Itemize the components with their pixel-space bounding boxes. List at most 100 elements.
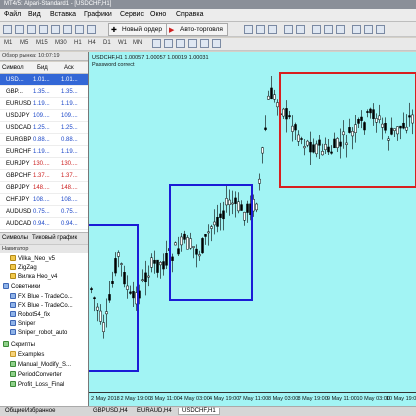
market-watch-icon[interactable]	[27, 25, 36, 34]
fibo-tool-icon[interactable]	[200, 39, 209, 48]
menu-insert[interactable]: Вставка	[50, 11, 76, 18]
menu-help[interactable]: Справка	[176, 11, 203, 18]
nav-script-item[interactable]: Profit_Loss_Final	[10, 381, 64, 389]
market-watch-row[interactable]: USDCAD 1.25... 1.25...	[0, 122, 88, 134]
indicators-icon[interactable]	[352, 25, 361, 34]
new-order-label: Новый ордер	[122, 26, 162, 33]
new-chart-icon[interactable]	[3, 25, 12, 34]
time-axis-label: 2 May 19:00	[120, 396, 151, 402]
nav-expert-item[interactable]: FX Blue - TradeCo...	[10, 293, 73, 301]
line-chart-icon[interactable]	[268, 25, 277, 34]
tf-m15[interactable]: M15	[36, 40, 48, 46]
autotrading-icon: ▶	[169, 27, 175, 34]
menu-view[interactable]: Вид	[28, 11, 41, 18]
market-watch-row[interactable]: AUDCAD 0.94... 0.94...	[0, 218, 88, 230]
periods-icon[interactable]	[364, 25, 373, 34]
tf-m5[interactable]: M5	[20, 40, 28, 46]
zoom-in-icon[interactable]	[284, 25, 293, 34]
nav-indicator-item[interactable]: Вилка Нео_v4	[10, 273, 57, 281]
bid-cell: 0.88...	[33, 137, 50, 143]
menu-tools[interactable]: Сервис	[120, 11, 144, 18]
nav-expert-item[interactable]: Sniper_robot_auto	[10, 329, 67, 337]
nav-script-item[interactable]: Manual_Modify_S...	[10, 361, 71, 369]
symbol-cell: EURUSD	[6, 101, 32, 107]
market-watch-row[interactable]: EURGBP 0.88... 0.88...	[0, 134, 88, 146]
channel-tool-icon[interactable]	[188, 39, 197, 48]
market-watch-row[interactable]: USDJPY 109.... 109....	[0, 110, 88, 122]
expert-icon	[10, 329, 16, 335]
blue-range-box[interactable]	[89, 224, 139, 372]
candle-body	[153, 259, 156, 264]
navigator-icon[interactable]	[51, 25, 60, 34]
market-watch-row[interactable]: GBPCHF 1.37... 1.37...	[0, 170, 88, 182]
profiles-icon[interactable]	[15, 25, 24, 34]
nav-item-label: Profit_Loss_Final	[18, 382, 65, 388]
nav-scripts-folder[interactable]: Скрипты	[3, 341, 35, 349]
chart-shift-icon[interactable]	[336, 25, 345, 34]
menu-charts[interactable]: Графики	[84, 11, 112, 18]
tf-d1[interactable]: D1	[103, 40, 111, 46]
market-watch-row[interactable]: CHFJPY 108.... 108....	[0, 194, 88, 206]
tf-mn[interactable]: MN	[133, 40, 142, 46]
price-chart[interactable]: USDCHF,H1 1.00057 1.00057 1.00019 1.0003…	[88, 52, 416, 406]
candle-body	[258, 178, 261, 184]
col-ask[interactable]: Аск	[64, 65, 74, 71]
market-watch-row[interactable]: EURJPY 130.... 130....	[0, 158, 88, 170]
nav-expert-item[interactable]: Robot54_fix	[10, 311, 50, 319]
market-watch-row[interactable]: GBPJPY 148.... 148....	[0, 182, 88, 194]
tf-h4[interactable]: H4	[88, 40, 96, 46]
line-tool-icon[interactable]	[152, 39, 161, 48]
tab-chart-usdchf[interactable]: USDCHF,H1	[178, 408, 220, 415]
nav-indicator-item[interactable]: ZigZag	[10, 264, 37, 272]
tile-windows-icon[interactable]	[312, 25, 321, 34]
market-watch-row[interactable]: USD... 1.01... 1.01...	[0, 74, 88, 86]
nav-expert-item[interactable]: FX Blue - TradeCo...	[10, 302, 73, 310]
blue-range-box[interactable]	[169, 184, 253, 301]
history-icon[interactable]	[87, 25, 96, 34]
menu-window[interactable]: Окно	[150, 11, 166, 18]
market-watch-row[interactable]: EURCHF 1.19... 1.19...	[0, 146, 88, 158]
navigator-panel: Навигатор Vilka_Neo_v5 ZigZag Вилка Нео_…	[0, 244, 88, 406]
nav-expert-item[interactable]: Sniper	[10, 320, 35, 328]
tab-symbols[interactable]: Символы	[2, 235, 28, 241]
symbol-cell: EURJPY	[6, 161, 30, 167]
bar-chart-icon[interactable]	[244, 25, 253, 34]
tf-m30[interactable]: M30	[55, 40, 67, 46]
time-axis-label: 4 May 19:00	[209, 396, 240, 402]
tab-favorites[interactable]: Избранное	[22, 408, 58, 414]
tf-h1[interactable]: H1	[74, 40, 82, 46]
candle-chart-icon[interactable]	[256, 25, 265, 34]
nav-script-item[interactable]: Examples	[10, 351, 44, 359]
nav-experts-folder[interactable]: Советники	[3, 283, 40, 291]
market-watch-row[interactable]: AUDUSD 0.75... 0.75...	[0, 206, 88, 218]
tab-chart-gbpusd[interactable]: GBPUSD,H4	[90, 408, 131, 414]
ask-cell: 1.19...	[61, 149, 78, 155]
menu-file[interactable]: Файл	[4, 11, 21, 18]
market-watch-row[interactable]: GBP... 1.35... 1.35...	[0, 86, 88, 98]
nav-item-label: PeriodConverter	[18, 372, 62, 378]
autotrading-button[interactable]: ▶ Авто-торговля	[166, 23, 228, 36]
zoom-out-icon[interactable]	[296, 25, 305, 34]
templates-icon[interactable]	[376, 25, 385, 34]
text-tool-icon[interactable]	[212, 39, 221, 48]
indicator-icon	[10, 264, 16, 270]
nav-script-item[interactable]: PeriodConverter	[10, 371, 62, 379]
tf-m1[interactable]: M1	[4, 40, 12, 46]
col-bid[interactable]: Бид	[37, 65, 48, 71]
auto-scroll-icon[interactable]	[324, 25, 333, 34]
trend-tool-icon[interactable]	[176, 39, 185, 48]
tf-w1[interactable]: W1	[118, 40, 127, 46]
red-range-box[interactable]	[279, 72, 416, 188]
data-window-icon[interactable]	[39, 25, 48, 34]
tab-chart-euraud[interactable]: EURAUD,H4	[134, 408, 175, 414]
chart-info: USDCHF,H1 1.00057 1.00057 1.00019 1.0003…	[92, 55, 209, 69]
market-watch-row[interactable]: EURUSD 1.19... 1.19...	[0, 98, 88, 110]
nav-indicator-item[interactable]: Vilka_Neo_v5	[10, 255, 55, 263]
indicator-icon	[10, 255, 16, 261]
hline-tool-icon[interactable]	[164, 39, 173, 48]
terminal-icon[interactable]	[63, 25, 72, 34]
new-order-button[interactable]: ✚ Новый ордер	[108, 23, 167, 36]
tab-tick-chart[interactable]: Тиковый график	[32, 235, 77, 241]
tester-icon[interactable]	[75, 25, 84, 34]
col-symbol[interactable]: Символ	[2, 65, 24, 71]
